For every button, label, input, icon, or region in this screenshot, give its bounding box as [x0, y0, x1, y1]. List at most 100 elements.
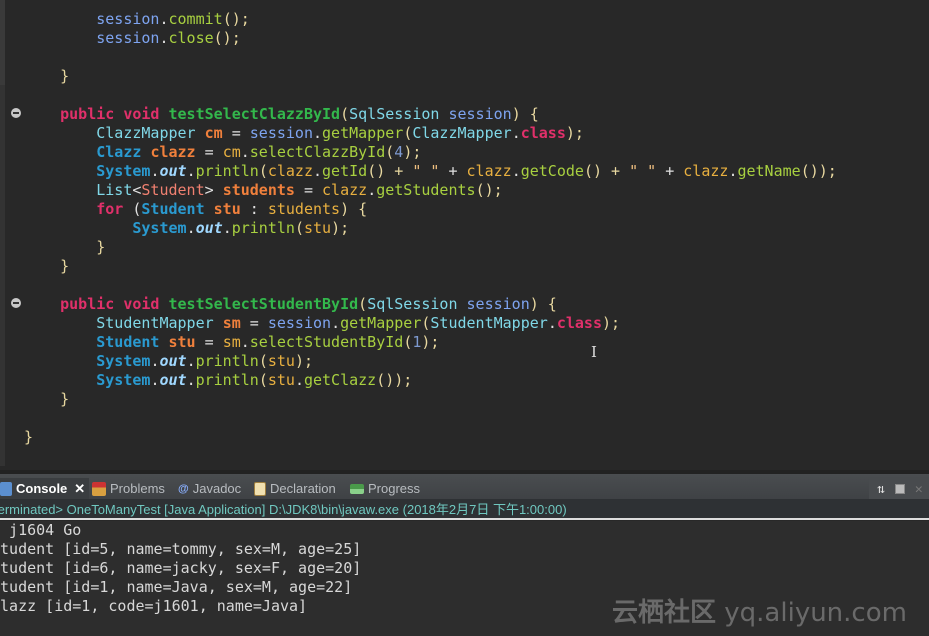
code-token: stu: [267, 352, 295, 370]
code-token: .: [547, 314, 557, 332]
code-token: Student: [141, 181, 205, 199]
overview-ruler: [0, 0, 5, 85]
console-icon: [0, 482, 12, 496]
output-line: Student [id=6, name=jacky, sex=F, age=20…: [0, 559, 362, 577]
code-token: StudentMapper: [96, 314, 214, 332]
fold-collapse-icon[interactable]: [11, 298, 21, 308]
code-token: session: [466, 295, 530, 313]
code-token: .: [313, 162, 323, 180]
code-token: session: [96, 10, 160, 28]
code-token: for: [96, 200, 124, 218]
code-token: println: [195, 162, 259, 180]
code-token: (: [340, 105, 350, 123]
code-token: ();: [213, 29, 241, 47]
tab-label: Console: [16, 481, 68, 496]
code-token: selectStudentById: [249, 333, 404, 351]
tab-declaration[interactable]: Declaration: [254, 478, 336, 500]
code-line: System.out.println(clazz.getId() + " " +…: [24, 162, 837, 181]
code-line: Student stu = sm.selectStudentById(1);: [24, 333, 837, 352]
code-token: ) {: [511, 105, 539, 123]
code-token: class: [520, 124, 566, 142]
code-token: );: [331, 219, 350, 237]
code-token: getMapper: [322, 124, 404, 142]
code-token: sm: [222, 333, 241, 351]
tab-console[interactable]: Console ✕: [0, 478, 90, 500]
code-token: session: [249, 124, 313, 142]
code-token: session: [96, 29, 160, 47]
problems-icon: [92, 482, 106, 496]
code-token: (: [358, 295, 368, 313]
fold-collapse-icon[interactable]: [11, 108, 21, 118]
code-line: public void testSelectStudentById(SqlSes…: [24, 295, 837, 314]
code-token: 4: [394, 143, 404, 161]
code-token: System: [96, 352, 151, 370]
code-token: ());: [376, 371, 413, 389]
code-token: getClazz: [303, 371, 377, 389]
close-icon[interactable]: ✕: [74, 478, 85, 500]
code-token: .: [511, 124, 521, 142]
code-token: ) {: [529, 295, 557, 313]
code-line: session.commit();: [24, 10, 837, 29]
code-token: System: [132, 219, 187, 237]
code-token: session: [448, 105, 512, 123]
code-token: .: [186, 219, 196, 237]
code-token: Student: [141, 200, 205, 218]
code-token: println: [195, 371, 259, 389]
code-token: System: [96, 162, 151, 180]
code-token: testSelectClazzById: [168, 105, 341, 123]
code-token: getId: [322, 162, 368, 180]
code-token: (: [258, 352, 268, 370]
code-token: stu: [213, 200, 241, 218]
code-token: cm: [222, 143, 241, 161]
code-line: Clazz clazz = cm.selectClazzById(4);: [24, 143, 837, 162]
code-line: public void testSelectClazzById(SqlSessi…: [24, 105, 837, 124]
code-token: clazz: [150, 143, 196, 161]
code-token: getMapper: [340, 314, 422, 332]
code-token: students: [267, 200, 341, 218]
code-token: () +: [583, 162, 630, 180]
tab-label: Problems: [110, 481, 165, 496]
code-token: (: [385, 143, 395, 161]
code-token: }: [60, 67, 70, 85]
close-icon[interactable]: ✕: [915, 482, 923, 497]
code-token: out: [159, 352, 187, 370]
code-token: .: [294, 371, 304, 389]
code-line: }: [24, 390, 837, 409]
code-token: +: [656, 162, 684, 180]
code-token: .: [186, 371, 196, 389]
watermark-cn: 云栖社区: [612, 598, 717, 628]
tab-problems[interactable]: Problems: [92, 478, 165, 500]
tab-javadoc[interactable]: @ Javadoc: [178, 478, 241, 500]
code-token: SqlSession: [367, 295, 458, 313]
view-controls: ⇅ ✕: [869, 477, 929, 501]
code-token: session: [267, 314, 332, 332]
at-icon: @: [178, 483, 189, 495]
code-token: =: [195, 333, 223, 351]
code-token: SqlSession: [349, 105, 440, 123]
code-editor[interactable]: session.commit(); session.close(); } pub…: [0, 0, 929, 466]
code-line: for (Student stu : students) {: [24, 200, 837, 219]
code-token: }: [60, 257, 70, 275]
sync-icon[interactable]: ⇅: [877, 482, 885, 497]
maximize-icon[interactable]: [894, 484, 905, 494]
code-token: clazz: [322, 181, 368, 199]
code-token: >: [204, 181, 223, 199]
code-line: }: [24, 257, 837, 276]
tab-progress[interactable]: Progress: [350, 478, 420, 500]
code-token: .: [240, 333, 250, 351]
